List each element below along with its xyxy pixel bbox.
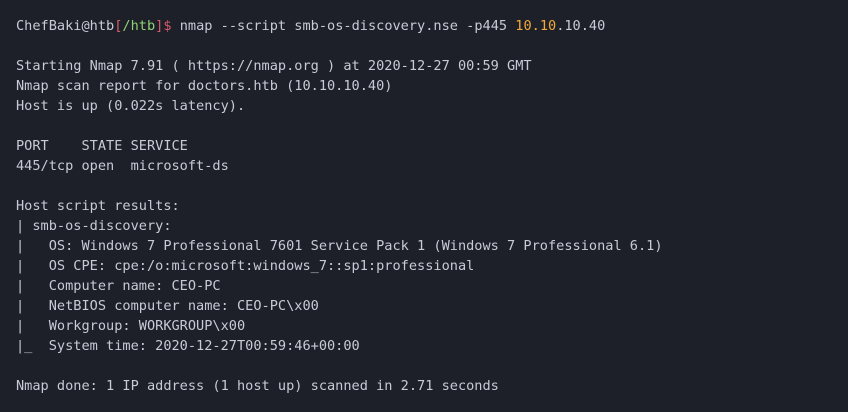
output-done: Nmap done: 1 IP address (1 host up) scan… xyxy=(16,378,499,394)
output-system-time: |_ System time: 2020-12-27T00:59:46+00:0… xyxy=(16,338,360,354)
prompt-symbol: $ xyxy=(163,18,172,34)
output-port-header: PORT STATE SERVICE xyxy=(16,138,188,154)
output-netbios: | NetBIOS computer name: CEO-PC\x00 xyxy=(16,298,319,314)
prompt-user-host: ChefBaki@htb xyxy=(16,18,115,34)
prompt-directory: /htb xyxy=(122,18,156,34)
output-os-cpe: | OS CPE: cpe:/o:microsoft:windows_7::sp… xyxy=(16,258,475,274)
output-workgroup: | Workgroup: WORKGROUP\x00 xyxy=(16,318,246,334)
output-port-row: 445/tcp open microsoft-ds xyxy=(16,158,229,174)
command-text: nmap --script smb-os-discovery.nse -p445 xyxy=(171,18,516,34)
command-ip-rest: .10.40 xyxy=(556,18,606,34)
output-computer-name: | Computer name: CEO-PC xyxy=(16,278,221,294)
output-scan-report: Nmap scan report for doctors.htb (10.10.… xyxy=(16,78,393,94)
command-ip-highlight: 10.10 xyxy=(515,18,557,34)
output-os: | OS: Windows 7 Professional 7601 Servic… xyxy=(16,238,663,254)
output-smb-title: | smb-os-discovery: xyxy=(16,218,172,234)
output-script-results: Host script results: xyxy=(16,198,180,214)
command-line: ChefBaki@htb[/htb]$ nmap --script smb-os… xyxy=(16,16,848,36)
output-host-up: Host is up (0.022s latency). xyxy=(16,98,246,114)
output-starting: Starting Nmap 7.91 ( https://nmap.org ) … xyxy=(16,58,532,74)
terminal-window[interactable]: ChefBaki@htb[/htb]$ nmap --script smb-os… xyxy=(0,0,848,412)
